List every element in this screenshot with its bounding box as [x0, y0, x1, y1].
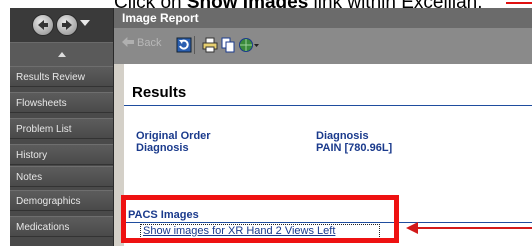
forward-nav-button[interactable]	[56, 14, 78, 36]
highlight-box	[121, 195, 399, 243]
back-label: Back	[137, 37, 162, 49]
back-arrow-icon	[122, 37, 134, 47]
toolbar-separator	[194, 36, 195, 54]
window-title: Image Report	[114, 8, 532, 28]
back-button[interactable]: Back	[122, 37, 161, 49]
globe-dropdown-icon[interactable]	[238, 37, 260, 53]
results-header: Results	[124, 80, 532, 106]
sidebar-item-demographics[interactable]: Demographics	[10, 190, 113, 211]
callout-arrow-head	[406, 222, 418, 234]
callout-arrow-line	[416, 227, 532, 229]
diagnosis-value: PAIN [780.96L]	[316, 142, 393, 154]
sidebar-item-medications[interactable]: Medications	[10, 216, 113, 237]
arrow-right-icon	[62, 20, 72, 30]
sidebar-item-history[interactable]: History	[10, 144, 113, 165]
copy-icon[interactable]	[220, 37, 236, 53]
sidebar-item-problem-list[interactable]: Problem List	[10, 118, 113, 139]
back-nav-button[interactable]	[32, 14, 54, 36]
refresh-icon[interactable]	[176, 37, 192, 53]
print-icon[interactable]	[202, 37, 218, 53]
toolbar: Back	[114, 28, 532, 64]
sidebar-item-notes[interactable]: Notes	[10, 166, 113, 187]
sidebar-item-flowsheets[interactable]: Flowsheets	[10, 92, 113, 113]
diagnosis-label: Diagnosis	[136, 142, 189, 154]
collapse-button[interactable]	[10, 42, 113, 67]
sidebar: Results Review Flowsheets Problem List H…	[10, 8, 113, 246]
chevron-down-icon[interactable]	[80, 20, 90, 26]
arrow-left-icon	[38, 20, 48, 30]
sidebar-item-results-review[interactable]: Results Review	[10, 66, 113, 87]
caption-arrow	[506, 2, 532, 4]
chevron-up-icon	[58, 52, 66, 57]
nav-controls	[10, 8, 113, 42]
